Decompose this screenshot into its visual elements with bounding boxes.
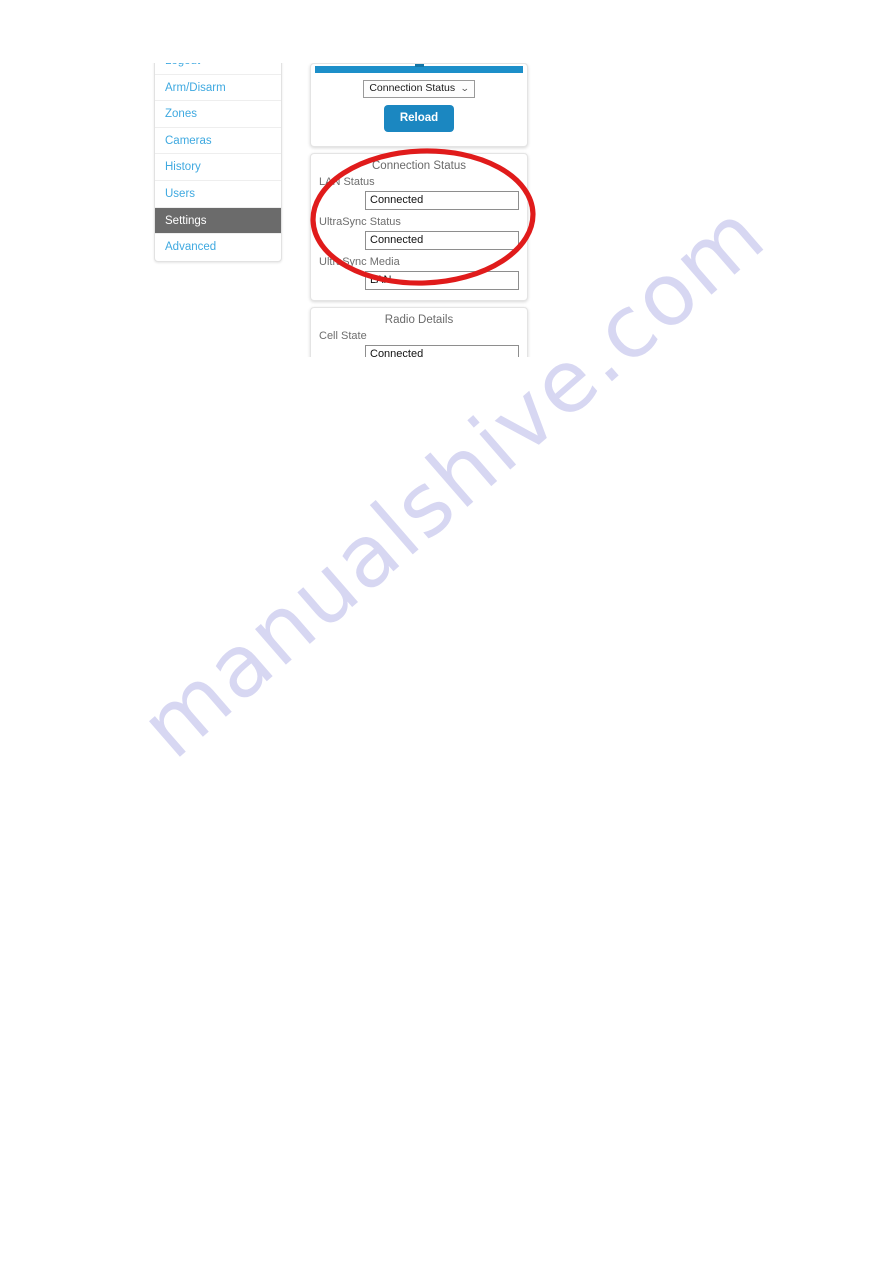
- radio-details-panel: Radio Details Cell State Cell Service: [310, 307, 528, 357]
- sidebar-item-users[interactable]: Users: [155, 181, 281, 208]
- reload-row: Reload: [311, 100, 527, 146]
- cell-state-input[interactable]: [365, 345, 519, 357]
- field-input-wrap: [311, 344, 527, 357]
- field-label: UltraSync Media: [319, 256, 400, 268]
- sidebar-item-logout[interactable]: Logout: [155, 63, 281, 75]
- connection-status-title: Connection Status: [372, 160, 466, 172]
- sidebar-item-advanced[interactable]: Advanced: [155, 234, 281, 261]
- panel-column: Connection Status ⌄ Reload Connection Sta…: [310, 63, 528, 357]
- radio-details-title: Radio Details: [384, 314, 454, 326]
- sidebar-item-label: Settings: [165, 214, 207, 227]
- field-lan-status: LAN Status: [311, 175, 527, 215]
- field-cell-state: Cell State: [311, 329, 527, 357]
- sidebar-item-history[interactable]: History: [155, 154, 281, 181]
- sidebar-item-cameras[interactable]: Cameras: [155, 128, 281, 155]
- chevron-down-icon: ⌄: [459, 83, 470, 93]
- field-input-wrap: [311, 190, 527, 213]
- sidebar-item-label: History: [165, 161, 201, 174]
- page-select-value: Connection Status: [369, 82, 456, 94]
- field-label: LAN Status: [319, 176, 375, 188]
- sidebar-item-label: Users: [165, 187, 196, 200]
- panel-accent-bar: [315, 64, 523, 73]
- sidebar-item-label: Arm/Disarm: [165, 81, 226, 94]
- field-ultrasync-status: UltraSync Status: [311, 215, 527, 255]
- lan-status-input[interactable]: [365, 191, 519, 210]
- ultrasync-status-input[interactable]: [365, 231, 519, 250]
- accent-bar-notch: [415, 64, 424, 67]
- sidebar-item-settings[interactable]: Settings: [155, 207, 281, 235]
- sidebar-item-label: Cameras: [165, 134, 212, 147]
- page-select[interactable]: Connection Status ⌄: [363, 80, 475, 98]
- reload-button[interactable]: Reload: [383, 105, 455, 132]
- sidebar-item-arm-disarm[interactable]: Arm/Disarm: [155, 75, 281, 102]
- field-input-wrap: [311, 270, 527, 293]
- sidebar-item-zones[interactable]: Zones: [155, 101, 281, 128]
- sidebar-item-label: Logout: [165, 63, 200, 67]
- sidebar-item-label: Zones: [165, 108, 197, 121]
- field-ultrasync-media: UltraSync Media: [311, 255, 527, 295]
- field-input-wrap: [311, 230, 527, 253]
- controls-panel: Connection Status ⌄ Reload: [310, 63, 528, 147]
- connection-status-panel: Connection Status LAN Status UltraSync S…: [310, 153, 528, 301]
- embedded-screenshot: Logout Arm/Disarm Zones Cameras History …: [152, 63, 532, 357]
- sidebar-item-label: Advanced: [165, 241, 217, 254]
- field-label: UltraSync Status: [319, 216, 401, 228]
- page-selector-row: Connection Status ⌄: [311, 73, 527, 100]
- sidebar-nav: Logout Arm/Disarm Zones Cameras History …: [154, 63, 282, 262]
- field-label: Cell State: [319, 330, 367, 342]
- ultrasync-media-input[interactable]: [365, 271, 519, 290]
